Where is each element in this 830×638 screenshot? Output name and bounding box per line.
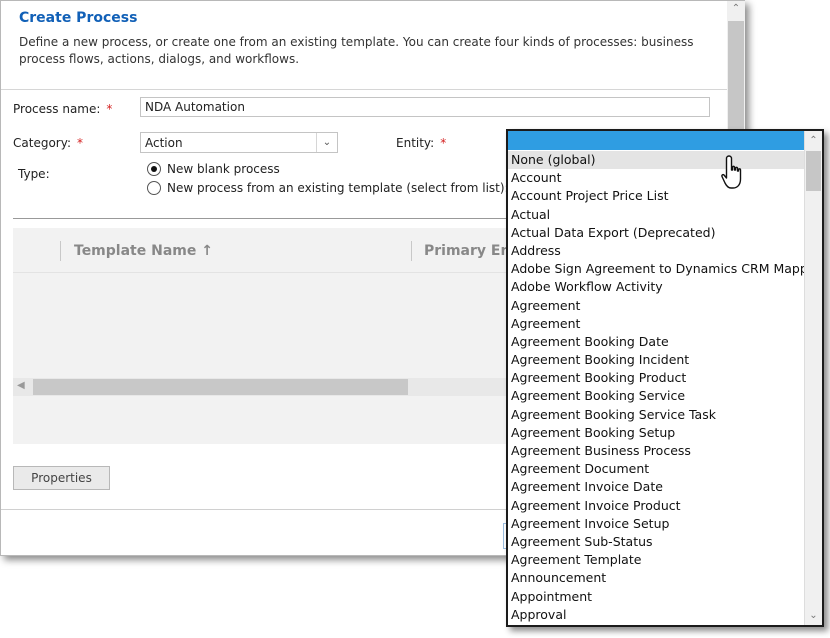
entity-option[interactable]: Account [508, 169, 804, 187]
dropdown-selected-row[interactable] [508, 131, 804, 150]
properties-button[interactable]: Properties [13, 466, 110, 490]
category-value: Action [145, 136, 183, 150]
dropdown-scrollbar[interactable]: ⌃ ⌄ [804, 131, 822, 625]
scrollbar-thumb[interactable] [806, 151, 821, 191]
entity-option[interactable]: Agreement Business Process [508, 442, 804, 460]
entity-option[interactable]: Agreement Invoice Date [508, 478, 804, 496]
category-select[interactable]: Action ⌄ [140, 132, 338, 153]
entity-option[interactable]: Agreement [508, 315, 804, 333]
entity-option[interactable]: Agreement Booking Service [508, 387, 804, 405]
entity-option[interactable]: Announcement [508, 569, 804, 587]
entity-options: None (global) Account Account Project Pric… [508, 151, 804, 624]
chevron-down-icon[interactable]: ⌄ [316, 133, 337, 152]
required-marker: * [76, 136, 83, 150]
scroll-up-icon[interactable]: ⌃ [805, 135, 822, 146]
entity-option[interactable]: Actual Data Export (Deprecated) [508, 224, 804, 242]
entity-option[interactable]: Agreement Booking Service Task [508, 406, 804, 424]
category-label: Category: * [13, 136, 83, 150]
required-marker: * [440, 136, 447, 150]
entity-option[interactable]: Appointment [508, 588, 804, 606]
entity-option[interactable]: Account Project Price List [508, 187, 804, 205]
radio-button[interactable] [147, 162, 161, 176]
grid-header: Template Name ↑ Primary Enti [13, 228, 522, 273]
entity-option[interactable]: Agreement Booking Setup [508, 424, 804, 442]
scroll-left-icon[interactable]: ◀ [17, 380, 25, 391]
radio-label: New blank process [167, 162, 280, 176]
horizontal-scrollbar[interactable]: ◀ [13, 378, 513, 396]
entity-option[interactable]: Adobe Workflow Activity [508, 278, 804, 296]
radio-from-template[interactable]: New process from an existing template (s… [147, 181, 509, 195]
radio-button[interactable] [147, 181, 161, 195]
radio-label: New process from an existing template (s… [167, 181, 509, 195]
entity-option[interactable]: Adobe Sign Agreement to Dynamics CRM Map… [508, 260, 804, 278]
process-name-label: Process name: * [13, 102, 113, 116]
entity-option[interactable]: Actual [508, 206, 804, 224]
header-divider [1, 89, 727, 90]
type-label: Type: [18, 167, 50, 181]
entity-dropdown-list[interactable]: None (global) Account Account Project Pric… [506, 129, 824, 627]
entity-option[interactable]: Agreement Document [508, 460, 804, 478]
column-divider [411, 241, 412, 261]
dialog-description: Define a new process, or create one from… [19, 35, 694, 66]
entity-option[interactable]: Agreement Template [508, 551, 804, 569]
scroll-down-icon[interactable]: ⌄ [805, 610, 822, 621]
radio-new-blank-process[interactable]: New blank process [147, 162, 280, 176]
column-divider [60, 241, 61, 261]
template-grid: Template Name ↑ Primary Enti ◀ [13, 228, 522, 444]
entity-option[interactable]: Agreement Invoice Product [508, 497, 804, 515]
dialog-title: Create Process [19, 10, 138, 26]
process-name-input[interactable]: NDA Automation [140, 97, 710, 117]
entity-option[interactable]: Address [508, 242, 804, 260]
entity-option[interactable]: Approval [508, 606, 804, 624]
column-header-template-name[interactable]: Template Name ↑ [74, 243, 213, 259]
entity-option[interactable]: Agreement Booking Product [508, 369, 804, 387]
entity-option[interactable]: Agreement [508, 297, 804, 315]
entity-option[interactable]: Agreement Invoice Setup [508, 515, 804, 533]
entity-label: Entity: * [396, 136, 447, 150]
entity-option[interactable]: Agreement Booking Date [508, 333, 804, 351]
scroll-up-icon[interactable]: ⌃ [727, 3, 745, 14]
entity-option[interactable]: None (global) [508, 151, 804, 170]
scrollbar-thumb[interactable] [33, 379, 408, 395]
hand-pointer-icon [721, 155, 742, 189]
entity-option[interactable]: Agreement Sub-Status [508, 533, 804, 551]
required-marker: * [106, 102, 113, 116]
entity-option[interactable]: Agreement Booking Incident [508, 351, 804, 369]
